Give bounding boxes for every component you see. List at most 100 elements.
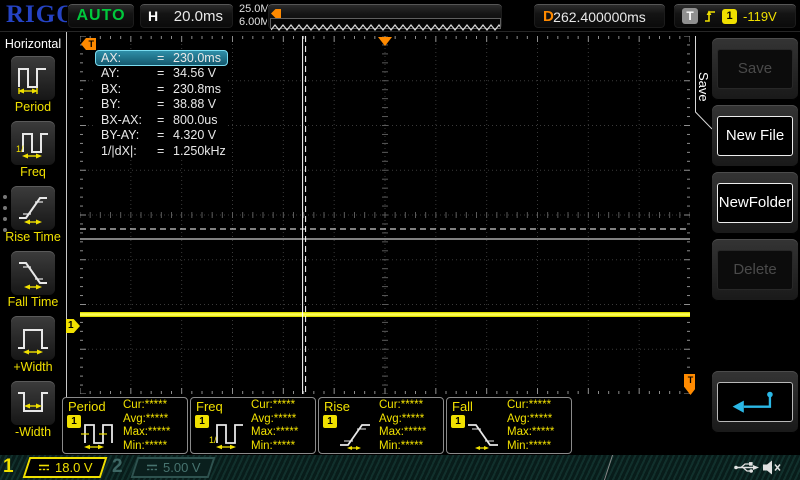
sidebar-item-rise-time[interactable] bbox=[11, 186, 55, 230]
measurement-box-fall: Fall 1 Cur:***** Avg:***** Max:***** Min… bbox=[446, 397, 572, 454]
channel1-scale: 18.0 V bbox=[55, 460, 93, 475]
top-status-bar: RIGOL AUTO H 20.0ms 25.0MSa/s 6.00M pts … bbox=[0, 0, 800, 32]
return-arrow-icon bbox=[728, 388, 782, 416]
trigger-level-value: -119V bbox=[743, 9, 777, 24]
measurement-name: Fall bbox=[452, 399, 473, 414]
waveform-zigzag bbox=[271, 23, 500, 32]
channel-badge: 1 bbox=[451, 415, 465, 428]
cursor-row-ay: AY:=34.56 V bbox=[95, 66, 228, 82]
channel1-status[interactable]: 18.0 V bbox=[23, 457, 108, 478]
horizontal-scale-indicator: H 20.0ms bbox=[139, 3, 234, 29]
save-button[interactable]: Save bbox=[717, 49, 793, 89]
svg-text:1/: 1/ bbox=[209, 435, 217, 445]
rising-edge-icon bbox=[704, 8, 716, 24]
cursor-row-by: BY:=38.88 V bbox=[95, 97, 228, 113]
measure-sidebar: Horizontal Period 1/ Freq bbox=[0, 32, 66, 455]
measurement-name: Period bbox=[68, 399, 106, 414]
scroll-dot bbox=[3, 228, 7, 232]
sidebar-item-minus-width-label: -Width bbox=[0, 425, 66, 439]
measurement-values: Cur:***** Avg:***** Max:***** Min:***** bbox=[379, 399, 426, 453]
run-status-label: AUTO bbox=[76, 7, 125, 24]
cursor-row-by-ay: BY-AY:=4.320 V bbox=[95, 128, 228, 144]
sidebar-item-rise-time-label: Rise Time bbox=[0, 230, 66, 244]
channel2-status[interactable]: 5.00 V bbox=[131, 457, 216, 478]
scroll-dot bbox=[3, 195, 7, 199]
trigger-t-badge: T bbox=[682, 8, 698, 24]
menu-slot-new-file: New File bbox=[712, 105, 798, 167]
sidebar-item-minus-width[interactable] bbox=[11, 381, 55, 425]
svg-text:1/: 1/ bbox=[16, 144, 24, 154]
channel-badge: 1 bbox=[323, 415, 337, 428]
dc-coupling-icon bbox=[38, 463, 50, 472]
delay-indicator: D 262.400000ms bbox=[533, 3, 666, 29]
freq-icon: 1/ bbox=[208, 414, 248, 452]
sidebar-item-period[interactable] bbox=[11, 56, 55, 100]
scroll-dot bbox=[3, 217, 7, 221]
rise-icon bbox=[336, 414, 376, 452]
measurement-name: Rise bbox=[324, 399, 350, 414]
channel-badge: 1 bbox=[195, 415, 209, 428]
menu-slot-delete: Delete bbox=[712, 239, 798, 301]
measurement-box-rise: Rise 1 Cur:***** Avg:***** Max:***** Min… bbox=[318, 397, 444, 454]
period-icon bbox=[15, 60, 51, 96]
sidebar-item-plus-width[interactable] bbox=[11, 316, 55, 360]
measurement-values: Cur:***** Avg:***** Max:***** Min:***** bbox=[251, 399, 298, 453]
cursor-row-freq: 1/|dX|:=1.250kHz bbox=[95, 144, 228, 160]
sidebar-item-plus-width-label: +Width bbox=[0, 360, 66, 374]
channel-badge: 1 bbox=[67, 415, 81, 428]
menu-tab-label: Save bbox=[696, 72, 711, 102]
measurement-values: Cur:***** Avg:***** Max:***** Min:***** bbox=[507, 399, 554, 453]
cursor-row-ax[interactable]: AX:=230.0ms bbox=[95, 50, 228, 66]
menu-slot-enter bbox=[712, 371, 798, 433]
h-label: H bbox=[148, 8, 158, 24]
trigger-source-badge: 1 bbox=[722, 9, 737, 24]
save-menu: Save Save New File NewFolder Delete bbox=[695, 32, 800, 455]
measurement-box-period: Period 1 Cur:***** Avg:***** Max:***** M… bbox=[62, 397, 188, 454]
minus-width-icon bbox=[15, 385, 51, 421]
sidebar-divider bbox=[66, 32, 67, 453]
cursor-row-bx-ax: BX-AX:=800.0us bbox=[95, 113, 228, 129]
channel2-number: 2 bbox=[112, 456, 123, 478]
menu-slot-save: Save bbox=[712, 38, 798, 100]
run-status-indicator: AUTO bbox=[67, 3, 135, 29]
usb-icon bbox=[733, 460, 759, 475]
record-position-arrow-icon bbox=[271, 9, 281, 18]
period-icon bbox=[80, 414, 120, 452]
channel-status-bar: 1 18.0 V 2 5.00 V bbox=[0, 455, 800, 480]
freq-icon: 1/ bbox=[15, 125, 51, 161]
h-scale-value: 20.0ms bbox=[174, 8, 223, 25]
cursor-row-bx: BX:=230.8ms bbox=[95, 82, 228, 98]
delete-button[interactable]: Delete bbox=[717, 250, 793, 290]
fall-icon bbox=[464, 414, 504, 452]
sidebar-title: Horizontal bbox=[0, 37, 66, 51]
menu-slot-new-folder: NewFolder bbox=[712, 172, 798, 234]
new-file-button[interactable]: New File bbox=[717, 116, 793, 156]
delay-value: 262.400000ms bbox=[534, 9, 665, 25]
waveform-record-preview bbox=[267, 3, 503, 30]
trigger-indicator: T 1 -119V bbox=[673, 3, 797, 29]
speaker-muted-icon bbox=[762, 459, 782, 476]
measurement-box-freq: Freq 1 1/ Cur:***** Avg:***** Max:***** … bbox=[190, 397, 316, 454]
oscilloscope-screen: RIGOL AUTO H 20.0ms 25.0MSa/s 6.00M pts … bbox=[0, 0, 800, 480]
sidebar-item-fall-time[interactable] bbox=[11, 251, 55, 295]
status-bar-divider bbox=[604, 455, 613, 480]
sidebar-item-freq-label: Freq bbox=[0, 165, 66, 179]
channel2-scale: 5.00 V bbox=[163, 460, 201, 475]
measurement-values: Cur:***** Avg:***** Max:***** Min:***** bbox=[123, 399, 170, 453]
plus-width-icon bbox=[15, 320, 51, 356]
scroll-dot bbox=[3, 206, 7, 210]
enter-button[interactable] bbox=[717, 382, 793, 422]
channel1-number: 1 bbox=[3, 456, 14, 478]
dc-coupling-icon bbox=[146, 463, 158, 472]
new-folder-button[interactable]: NewFolder bbox=[717, 183, 793, 223]
channel1-ground-marker[interactable]: 1 bbox=[66, 319, 80, 333]
sidebar-item-period-label: Period bbox=[0, 100, 66, 114]
fall-time-icon bbox=[15, 255, 51, 291]
trigger-position-marker-icon[interactable] bbox=[378, 37, 392, 46]
cursor-readout-panel: AX:=230.0ms AY:=34.56 V BX:=230.8ms BY:=… bbox=[95, 50, 228, 159]
waveform-thumbnail bbox=[270, 18, 501, 29]
sidebar-item-fall-time-label: Fall Time bbox=[0, 295, 66, 309]
rise-time-icon bbox=[15, 190, 51, 226]
sidebar-item-freq[interactable]: 1/ bbox=[11, 121, 55, 165]
measurement-name: Freq bbox=[196, 399, 223, 414]
